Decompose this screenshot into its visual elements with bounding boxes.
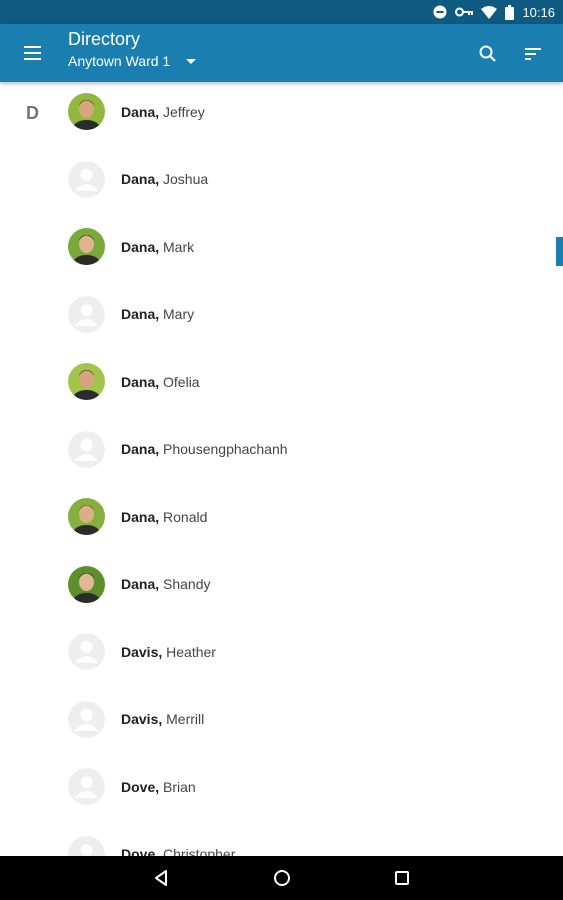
member-first-name: Christopher [159,846,236,856]
directory-row[interactable]: Dana, Mary [0,281,550,349]
member-name: Dana, Mary [121,306,194,322]
default-avatar-icon [68,633,105,671]
directory-row[interactable]: Dana, Mark [0,213,550,281]
member-photo [68,565,105,603]
search-icon[interactable] [478,44,498,64]
sort-icon[interactable] [523,46,543,62]
member-name: Dove, Christopher [121,846,235,856]
unit-selector[interactable]: Anytown Ward 1 [68,52,197,70]
member-photo [68,93,105,131]
page-title: Directory [68,29,141,49]
dropdown-caret-icon[interactable] [186,58,197,64]
default-avatar-icon [68,768,105,806]
member-first-name: Joshua [159,171,209,188]
member-first-name: Ronald [159,508,208,525]
member-first-name: Brian [159,778,196,795]
member-name: Dana, Phousengphachanh [121,441,288,457]
default-avatar-icon [68,295,105,333]
member-name: Dana, Joshua [121,171,208,187]
member-name: Dana, Ronald [121,509,207,525]
member-first-name: Ofelia [159,373,200,390]
default-avatar-icon [68,835,105,856]
member-first-name: Jeffrey [159,103,205,120]
member-first-name: Mark [159,238,195,255]
recents-icon[interactable] [392,868,412,888]
directory-row[interactable]: Dana, Phousengphachanh [0,416,550,484]
member-last-name: Davis, [121,643,163,660]
member-name: Davis, Merrill [121,711,204,727]
member-first-name: Heather [162,643,216,660]
wifi-icon [481,5,498,19]
directory-row[interactable]: Davis, Heather [0,618,550,686]
directory-row[interactable]: Davis, Merrill [0,686,550,754]
vpn-key-icon [455,6,474,18]
member-last-name: Dana, [121,306,160,323]
member-last-name: Davis, [121,711,163,728]
status-time: 10:16 [522,4,555,20]
status-bar: 10:16 [0,0,563,24]
member-first-name: Merrill [162,711,205,728]
directory-list[interactable]: D Dana, Jeffrey Dana, Joshua Dana, Mark Dan… [0,82,563,856]
member-name: Dana, Ofelia [121,374,200,390]
directory-row[interactable]: Dove, Brian [0,753,550,821]
member-first-name: Mary [159,306,195,323]
member-photo [68,498,105,536]
directory-row[interactable]: Dana, Ofelia [0,348,550,416]
directory-row[interactable]: Dana, Ronald [0,483,550,551]
battery-icon [505,4,515,20]
app-bar: Directory Anytown Ward 1 [0,24,563,82]
member-name: Dana, Mark [121,239,194,255]
directory-row[interactable]: Dana, Shandy [0,551,550,619]
member-first-name: Phousengphachanh [159,441,288,458]
member-last-name: Dana, [121,441,160,458]
member-last-name: Dana, [121,171,160,188]
system-nav-bar [0,856,563,900]
menu-icon[interactable] [22,43,44,63]
unit-name: Anytown Ward 1 [68,53,171,69]
directory-row[interactable]: Dana, Jeffrey [0,82,550,146]
member-name: Davis, Heather [121,644,216,660]
member-last-name: Dana, [121,576,160,593]
fast-scroll-thumb[interactable] [556,237,563,266]
member-last-name: Dana, [121,238,160,255]
do-not-disturb-icon [433,5,447,19]
directory-row[interactable]: Dana, Joshua [0,146,550,214]
member-name: Dana, Shandy [121,576,211,592]
default-avatar-icon [68,430,105,468]
member-last-name: Dana, [121,103,160,120]
member-first-name: Shandy [159,576,211,593]
back-icon[interactable] [152,868,172,888]
member-name: Dove, Brian [121,779,196,795]
member-name: Dana, Jeffrey [121,104,205,120]
home-icon[interactable] [272,868,292,888]
member-last-name: Dana, [121,508,160,525]
member-last-name: Dana, [121,373,160,390]
default-avatar-icon [68,700,105,738]
default-avatar-icon [68,160,105,198]
member-last-name: Dove, [121,846,160,856]
app-bar-titles: Directory Anytown Ward 1 [68,28,197,70]
member-last-name: Dove, [121,778,160,795]
member-photo [68,228,105,266]
member-photo [68,363,105,401]
directory-row[interactable]: Dove, Christopher [0,821,550,856]
